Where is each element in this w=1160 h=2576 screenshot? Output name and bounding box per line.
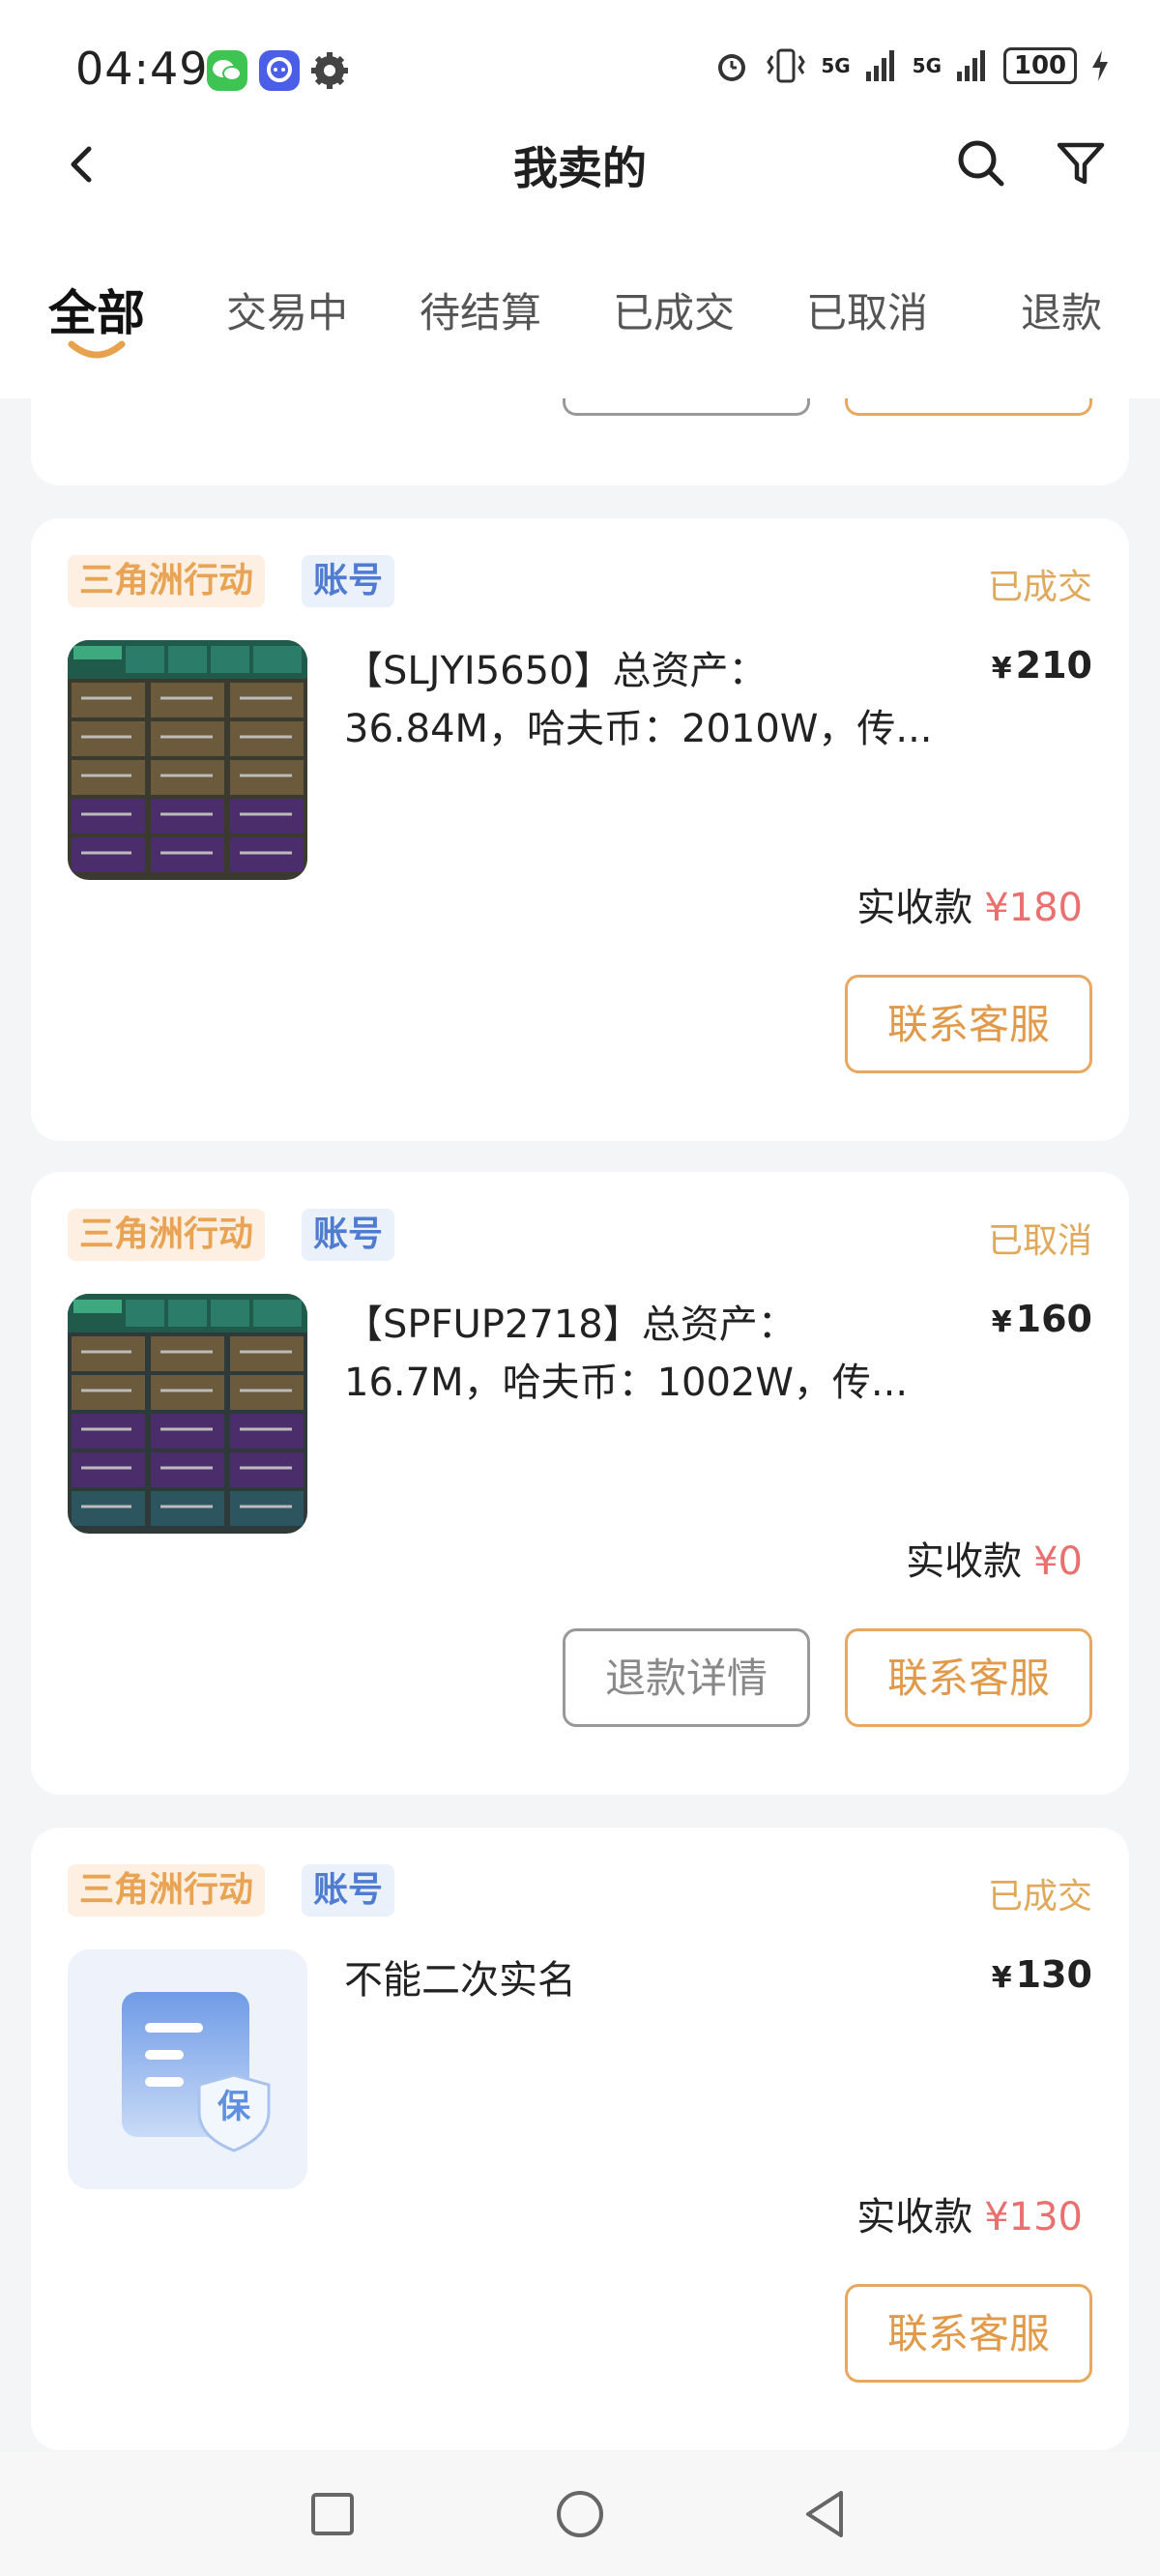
active-tab-indicator [68, 340, 126, 359]
wechat-icon [207, 50, 247, 91]
contact-service-button[interactable]: 联系客服 [845, 2284, 1092, 2383]
guarantee-document-icon [122, 1992, 271, 2152]
nav-bar: 我卖的 [0, 116, 1160, 213]
product-thumbnail[interactable] [68, 1294, 307, 1534]
tab-completed[interactable]: 已成交 [613, 280, 735, 339]
tab-all[interactable]: 全部 [48, 275, 145, 344]
back-nav-button[interactable] [802, 2489, 849, 2539]
product-price: ¥130 [991, 1953, 1092, 1996]
product-price: ¥210 [991, 644, 1092, 687]
order-status: 已取消 [987, 1221, 1092, 1261]
signal-icon [957, 50, 985, 81]
tab-pending-settlement[interactable]: 待结算 [420, 280, 541, 339]
order-status: 已成交 [987, 1877, 1092, 1917]
network-label: 5G [821, 54, 851, 77]
order-card[interactable]: 三角洲行动 账号 已成交 【SLJYI5650】总资产： 36.84M，哈夫币：… [31, 518, 1129, 1141]
filter-button[interactable] [1052, 133, 1110, 191]
received-amount: 实收款 ¥0 [906, 1539, 1083, 1584]
battery-icon: 100 [1003, 47, 1077, 84]
search-button[interactable] [951, 133, 1009, 191]
recent-apps-button[interactable] [309, 2491, 356, 2537]
received-amount: 实收款 ¥180 [856, 886, 1083, 930]
home-button[interactable] [555, 2489, 605, 2539]
type-tag: 账号 [302, 1209, 395, 1261]
clock: 04:49 [75, 43, 209, 95]
network-label: 5G [912, 54, 942, 77]
chat-app-icon [259, 50, 300, 91]
type-tag: 账号 [302, 1864, 395, 1917]
game-tag: 三角洲行动 [68, 1209, 266, 1261]
product-thumbnail[interactable]: 保 [68, 1949, 307, 2189]
product-price: ¥160 [991, 1298, 1092, 1340]
system-nav-bar [0, 2452, 1160, 2576]
charging-icon [1092, 50, 1108, 81]
guarantee-badge: 保 [218, 2088, 250, 2126]
product-title[interactable]: 【SLJYI5650】总资产： 36.84M，哈夫币：2010W，传... [344, 642, 972, 758]
product-title[interactable]: 【SPFUP2718】总资产： 16.7M，哈夫币：1002W，传... [344, 1296, 972, 1412]
order-status: 已成交 [987, 568, 1092, 607]
tab-cancelled[interactable]: 已取消 [806, 280, 928, 339]
vibrate-icon [767, 48, 806, 83]
settings-icon [309, 50, 350, 91]
game-tag: 三角洲行动 [68, 1864, 266, 1917]
order-card[interactable]: 三角洲行动 账号 已取消 【SPFUP2718】总资产： 16.7M，哈夫币：1… [31, 1172, 1129, 1795]
product-title[interactable]: 不能二次实名 [344, 1951, 972, 2009]
filter-icon [1057, 142, 1105, 185]
contact-service-button[interactable]: 联系客服 [845, 1628, 1092, 1727]
type-tag: 账号 [302, 555, 395, 607]
refund-detail-button[interactable]: 退款详情 [563, 1628, 810, 1727]
top-header: 04:49 5G 5G 100 我卖的 全部 交易中 待结算 已成交 已取消 退… [0, 0, 1160, 398]
contact-service-button[interactable]: 联系客服 [845, 975, 1092, 1073]
search-icon [958, 140, 1004, 187]
alarm-icon [718, 54, 746, 81]
status-tabs: 全部 交易中 待结算 已成交 已取消 退款 [0, 280, 1160, 367]
game-tag: 三角洲行动 [68, 555, 266, 607]
tab-trading[interactable]: 交易中 [226, 280, 348, 339]
status-indicators: 5G 5G 100 [712, 46, 1110, 85]
product-thumbnail[interactable] [68, 640, 307, 880]
received-amount: 实收款 ¥130 [856, 2195, 1083, 2239]
order-card[interactable]: 三角洲行动 账号 已成交 保 不能二次实名 ¥130 实收款 ¥130 联系客服 [31, 1828, 1129, 2450]
status-bar: 04:49 5G 5G 100 [0, 0, 1160, 135]
tab-refund[interactable]: 退款 [1021, 280, 1102, 339]
signal-icon [865, 50, 894, 81]
